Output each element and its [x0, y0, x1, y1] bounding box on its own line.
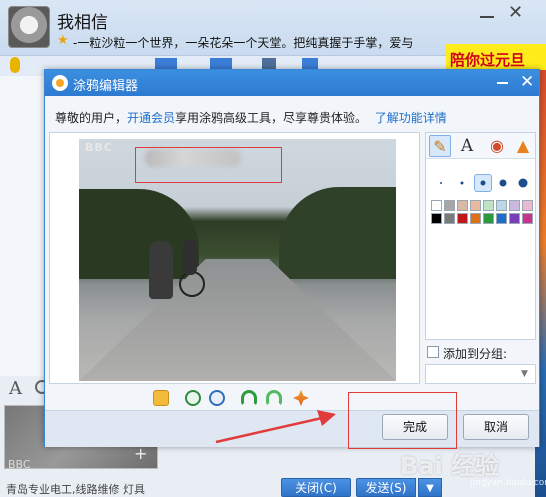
effects-icon[interactable]: ▲: [512, 135, 534, 157]
chat-ad-text[interactable]: 青岛专业电工,线路维修 灯具: [6, 481, 145, 497]
tool-panel: ✎ A ◉ ▲: [425, 132, 536, 340]
signature-text: -一粒沙粒一个世界，一朵花朵一个天堂。把纯真握于手掌，爱与: [73, 36, 414, 50]
color-swatch[interactable]: [522, 213, 533, 224]
color-swatch[interactable]: [496, 213, 507, 224]
chevron-down-icon[interactable]: ▼: [521, 369, 528, 379]
color-swatch[interactable]: [483, 213, 494, 224]
drawing-canvas[interactable]: BBC: [49, 132, 420, 384]
move-icon[interactable]: [293, 390, 309, 406]
color-swatch[interactable]: [522, 200, 533, 211]
dialog-close-icon[interactable]: ✕: [520, 73, 534, 91]
color-swatch[interactable]: [509, 200, 520, 211]
minimize-icon[interactable]: [480, 16, 494, 18]
member-notice: 尊敬的用户，开通会员享用涂鸦高级工具，尽享尊贵体验。 了解功能详情: [55, 109, 447, 126]
color-swatch[interactable]: [457, 200, 468, 211]
close-button[interactable]: 关闭(C): [281, 478, 351, 497]
close-icon[interactable]: ✕: [508, 4, 523, 22]
microphone-icon[interactable]: [10, 57, 20, 73]
text-tool-icon[interactable]: A: [456, 135, 478, 157]
zoom-in-icon[interactable]: [185, 390, 201, 406]
brush-size-4[interactable]: [494, 174, 512, 192]
color-swatch[interactable]: [470, 200, 481, 211]
doodle-editor-dialog: 涂鸦编辑器 ✕ 尊敬的用户，开通会员享用涂鸦高级工具，尽享尊贵体验。 了解功能详…: [44, 69, 540, 449]
brush-size-1[interactable]: [432, 174, 450, 192]
color-swatch[interactable]: [470, 213, 481, 224]
trees-right: [279, 187, 396, 279]
dialog-minimize-icon[interactable]: [497, 82, 508, 84]
palette-icon: [52, 75, 68, 91]
trees-left: [79, 189, 199, 279]
tool-tabs: ✎ A ◉ ▲: [426, 133, 535, 159]
watermark-sub: jingyan.baidu.com: [470, 478, 546, 488]
brush-icon[interactable]: ✎: [429, 135, 451, 157]
color-swatch[interactable]: [496, 200, 507, 211]
avatar[interactable]: [8, 6, 50, 48]
watermark: Bai 经验: [400, 452, 500, 480]
annotation-highlight-box: [135, 147, 282, 183]
ad-banner-text: 陪你过元旦: [450, 51, 526, 69]
color-swatch[interactable]: [431, 200, 442, 211]
color-swatch[interactable]: [444, 200, 455, 211]
color-swatch[interactable]: [457, 213, 468, 224]
brush-size-2[interactable]: [453, 174, 471, 192]
color-swatch[interactable]: [431, 213, 442, 224]
child-figure: [183, 239, 197, 275]
brush-size-5[interactable]: [514, 174, 532, 192]
notice-prefix: 尊敬的用户，: [55, 111, 128, 125]
color-swatch[interactable]: [444, 213, 455, 224]
notice-middle: 享用涂鸦高级工具，尽享尊贵体验。: [175, 111, 368, 125]
star-icon: ★: [57, 33, 69, 48]
annotation-highlight-button: [348, 392, 457, 449]
undo-icon[interactable]: [241, 390, 257, 406]
color-swatch[interactable]: [509, 213, 520, 224]
edited-image[interactable]: BBC: [79, 139, 396, 381]
color-swatch[interactable]: [483, 200, 494, 211]
feature-details-link[interactable]: 了解功能详情: [375, 111, 447, 125]
add-to-group-label: 添加到分组:: [443, 347, 508, 361]
vip-link[interactable]: 开通会员: [127, 111, 175, 125]
brush-size-3[interactable]: [474, 174, 492, 192]
dialog-title: 涂鸦编辑器: [73, 79, 139, 94]
cancel-button[interactable]: 取消: [463, 414, 529, 440]
adult-figure: [149, 241, 173, 299]
bbc-logo: BBC: [85, 141, 113, 154]
font-format-icon[interactable]: A: [9, 378, 22, 399]
group-select[interactable]: [425, 364, 536, 384]
contact-name: 我相信: [57, 13, 108, 33]
zoom-out-icon[interactable]: [209, 390, 225, 406]
sticker-icon[interactable]: ◉: [486, 135, 508, 157]
add-to-group-checkbox[interactable]: [427, 346, 439, 358]
thumbnail-caption: BBC: [8, 458, 31, 471]
redo-icon[interactable]: [266, 390, 282, 406]
color-palette: [431, 200, 533, 224]
dialog-titlebar: 涂鸦编辑器 ✕: [45, 70, 539, 96]
open-folder-icon[interactable]: [153, 390, 169, 406]
